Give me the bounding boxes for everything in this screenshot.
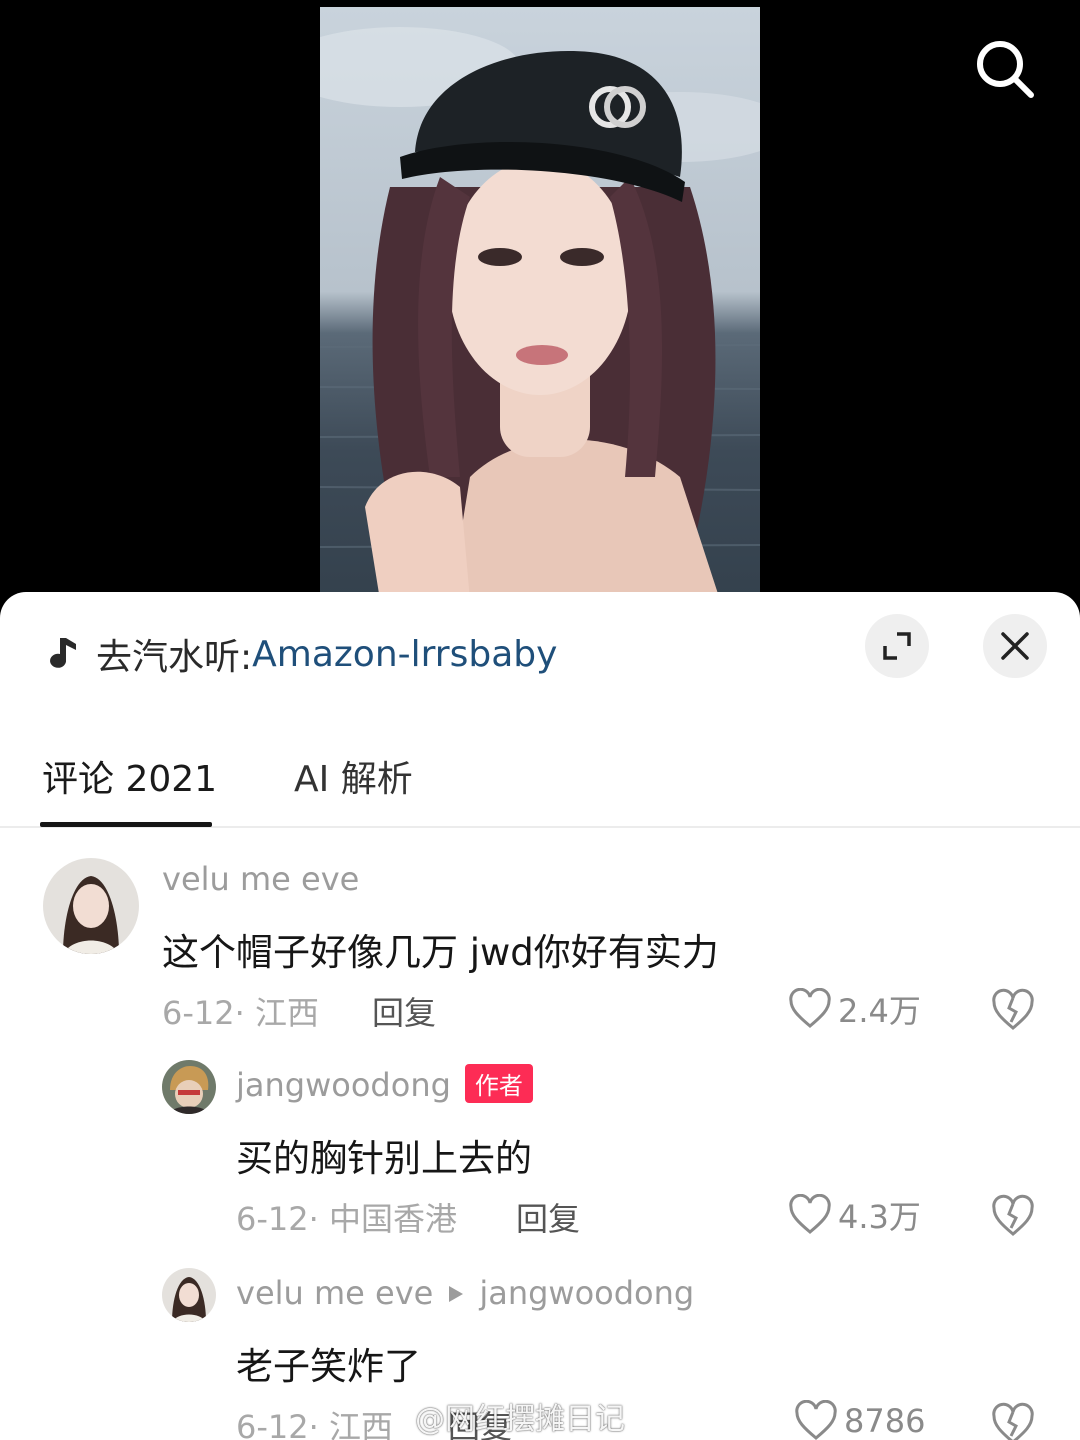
comment-text: 买的胸针别上去的 [236,1137,532,1180]
avatar[interactable] [162,1268,216,1322]
author-badge: 作者 [464,1063,533,1103]
comment-username-row: velu me eve jangwoodong [236,1274,694,1312]
like-button[interactable]: 8786 [794,1400,925,1440]
avatar-image [162,1268,216,1322]
avatar-image [43,858,139,954]
heart-icon [789,988,831,1028]
active-tab-indicator [40,822,212,827]
heart-icon [789,1194,831,1234]
like-button[interactable]: 2.4万 [788,986,921,1032]
tab-bar: 评论 2021 AI 解析 [0,742,1080,828]
broken-heart-icon [992,988,1034,1030]
comment-sheet: 去汽水听: Amazon-lrrsbaby 评论 2021 AI 解析 velu [0,592,1080,1440]
video-player[interactable] [0,0,1080,600]
like-count: 8786 [844,1402,926,1440]
comment-username[interactable]: velu me eve [236,1274,433,1312]
comment-meta: 6-12· 江西 [162,994,319,1032]
avatar[interactable] [43,858,139,954]
like-count: 4.3万 [838,1198,921,1236]
dislike-button[interactable] [990,1194,1036,1240]
reply-button[interactable]: 回复 [516,1194,580,1240]
comment-text: 老子笑炸了 [236,1345,421,1388]
video-frame[interactable] [320,7,760,600]
expand-icon [883,632,911,660]
close-icon [1001,632,1029,660]
reply-arrow-icon [447,1274,465,1312]
tab-ai-analysis[interactable]: AI 解析 [294,750,413,802]
watermark: @网红摆摊日记 [415,1402,625,1437]
like-count: 2.4万 [838,992,921,1030]
comment-username[interactable]: jangwoodong [236,1066,451,1104]
music-prefix: 去汽水听: [96,637,253,678]
search-button[interactable] [968,32,1044,108]
reply-to-username[interactable]: jangwoodong [479,1274,694,1312]
search-icon [977,41,1034,98]
broken-heart-icon [992,1194,1034,1236]
reply-button[interactable]: 回复 [372,988,436,1034]
broken-heart-icon [992,1402,1034,1440]
close-button[interactable] [983,614,1047,678]
like-button[interactable]: 4.3万 [788,1192,921,1238]
dislike-button[interactable] [990,988,1036,1034]
comment-text: 这个帽子好像几万 jwd你好有实力 [162,931,719,974]
comment-meta: 6-12· 江西 [236,1408,393,1440]
dislike-button[interactable] [990,1402,1036,1440]
avatar-image [162,1060,216,1114]
expand-button[interactable] [865,614,929,678]
video-thumbnail-image [320,27,760,600]
comment-meta: 6-12· 中国香港 [236,1200,457,1238]
comment-username[interactable]: velu me eve [162,860,359,898]
music-title[interactable]: Amazon-lrrsbaby [252,634,557,675]
avatar[interactable] [162,1060,216,1114]
heart-icon [795,1400,837,1440]
comment-username-row: jangwoodong 作者 [236,1063,533,1107]
tab-comments[interactable]: 评论 2021 [42,750,217,802]
music-note-icon [50,638,76,668]
music-link[interactable]: 去汽水听: Amazon-lrrsbaby [44,622,557,686]
